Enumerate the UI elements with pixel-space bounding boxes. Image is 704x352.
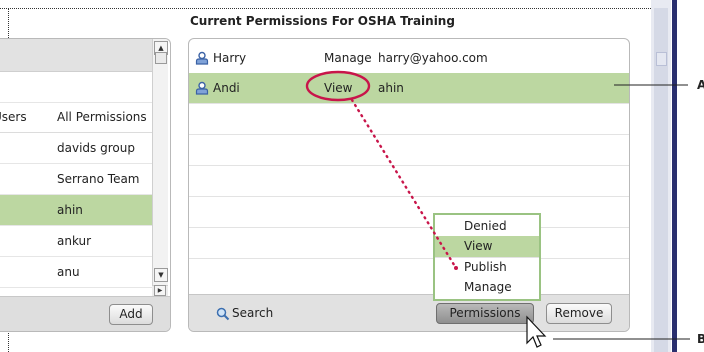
permissions-dropdown-menu[interactable]: Denied View Publish Manage xyxy=(433,213,541,301)
outer-scrollbar[interactable] xyxy=(654,8,668,352)
table-row xyxy=(189,197,629,228)
add-button[interactable]: Add xyxy=(109,304,153,325)
remove-button[interactable]: Remove xyxy=(546,303,612,324)
table-row-selected[interactable]: Andi View ahin xyxy=(189,73,629,104)
list-item: ankur xyxy=(57,234,92,248)
list-item: anu xyxy=(57,265,80,279)
user-permission: Manage xyxy=(324,51,372,65)
list-item: davids group xyxy=(57,141,135,155)
table-row[interactable]: ankur xyxy=(0,226,152,257)
table-row[interactable]: Serrano Team xyxy=(0,164,152,195)
menu-item-view[interactable]: View xyxy=(435,236,539,257)
search-icon[interactable] xyxy=(216,307,230,321)
scroll-down-arrow-icon[interactable]: ▼ xyxy=(154,268,168,282)
table-row[interactable]: Harry Manage harry@yahoo.com xyxy=(189,43,629,74)
table-row xyxy=(189,228,629,259)
right-panel-footer: Search Permissions Remove xyxy=(189,294,629,331)
user-icon xyxy=(195,81,209,95)
frame-top-border xyxy=(0,8,651,9)
user-permission[interactable]: View xyxy=(324,81,352,95)
table-row xyxy=(189,135,629,166)
callout-b-label: B xyxy=(697,332,704,346)
table-row xyxy=(189,104,629,135)
user-email: harry@yahoo.com xyxy=(378,51,488,65)
table-row xyxy=(189,166,629,197)
scroll-corner: ▶ xyxy=(152,285,168,296)
table-row[interactable]: anu xyxy=(0,257,152,288)
list-item: Serrano Team xyxy=(57,172,140,186)
table-row-selected[interactable]: ahin xyxy=(0,195,152,226)
page-title: Current Permissions For OSHA Training xyxy=(190,14,455,28)
outer-scroll-thumb[interactable] xyxy=(656,52,667,66)
list-item: ahin xyxy=(57,203,83,217)
accent-bar xyxy=(672,0,677,352)
column-header-all-permissions[interactable]: All Permissions xyxy=(57,110,147,124)
menu-item-manage[interactable]: Manage xyxy=(435,277,539,298)
table-row xyxy=(189,259,629,293)
left-panel-blank-row xyxy=(0,72,152,103)
user-name: Harry xyxy=(213,51,247,65)
permissions-button[interactable]: Permissions xyxy=(436,303,534,324)
current-permissions-panel: Harry Manage harry@yahoo.com Andi View a… xyxy=(188,38,630,332)
scroll-right-arrow-icon[interactable]: ▶ xyxy=(154,285,166,296)
column-header-users[interactable]: Users xyxy=(0,110,27,124)
left-panel-scrollbar[interactable]: ▲ ▼ xyxy=(152,39,168,285)
user-email: ahin xyxy=(378,81,404,95)
user-name: Andi xyxy=(213,81,240,95)
left-panel-footer: Add xyxy=(0,296,170,331)
callout-a-label: A xyxy=(697,78,704,92)
scroll-thumb[interactable] xyxy=(155,52,167,64)
menu-item-publish[interactable]: Publish xyxy=(435,257,539,278)
search-link[interactable]: Search xyxy=(232,306,273,320)
all-permissions-panel: Users All Permissions davids group Serra… xyxy=(0,38,171,332)
user-icon xyxy=(195,51,209,65)
menu-item-denied[interactable]: Denied xyxy=(435,216,539,237)
table-row[interactable]: davids group xyxy=(0,133,152,164)
left-panel-column-header: Users All Permissions xyxy=(0,102,152,133)
left-panel-header xyxy=(0,39,152,72)
